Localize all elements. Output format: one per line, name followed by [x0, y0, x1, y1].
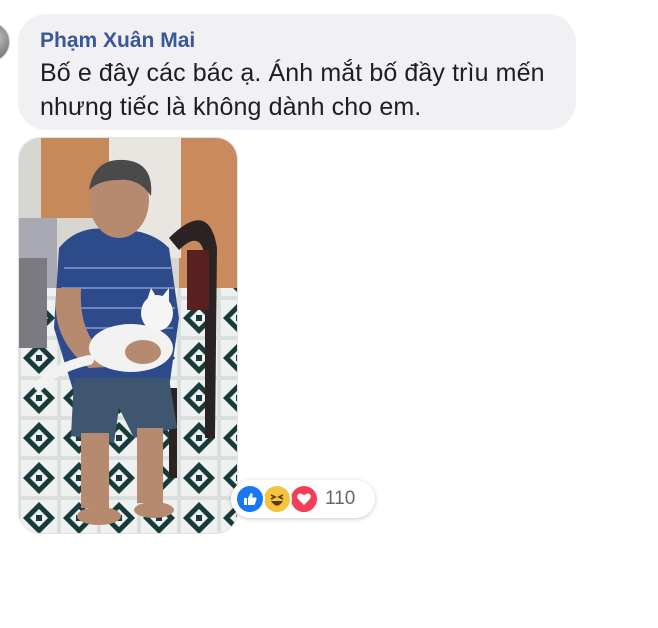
reaction-count: 110	[325, 488, 356, 509]
comment-bubble: Phạm Xuân Mai Bố e đây các bác ạ. Ánh mắ…	[18, 14, 576, 130]
like-icon	[235, 484, 265, 514]
haha-icon	[262, 484, 292, 514]
reactions-summary[interactable]: 110	[231, 480, 375, 518]
commenter-avatar[interactable]	[0, 22, 10, 62]
comment-author-name[interactable]: Phạm Xuân Mai	[40, 28, 554, 54]
comment-photo-attachment[interactable]	[18, 137, 238, 534]
photo-image	[19, 138, 237, 533]
love-icon	[289, 484, 319, 514]
comment-text: Bố e đây các bác ạ. Ánh mắt bố đầy trìu …	[40, 59, 545, 121]
